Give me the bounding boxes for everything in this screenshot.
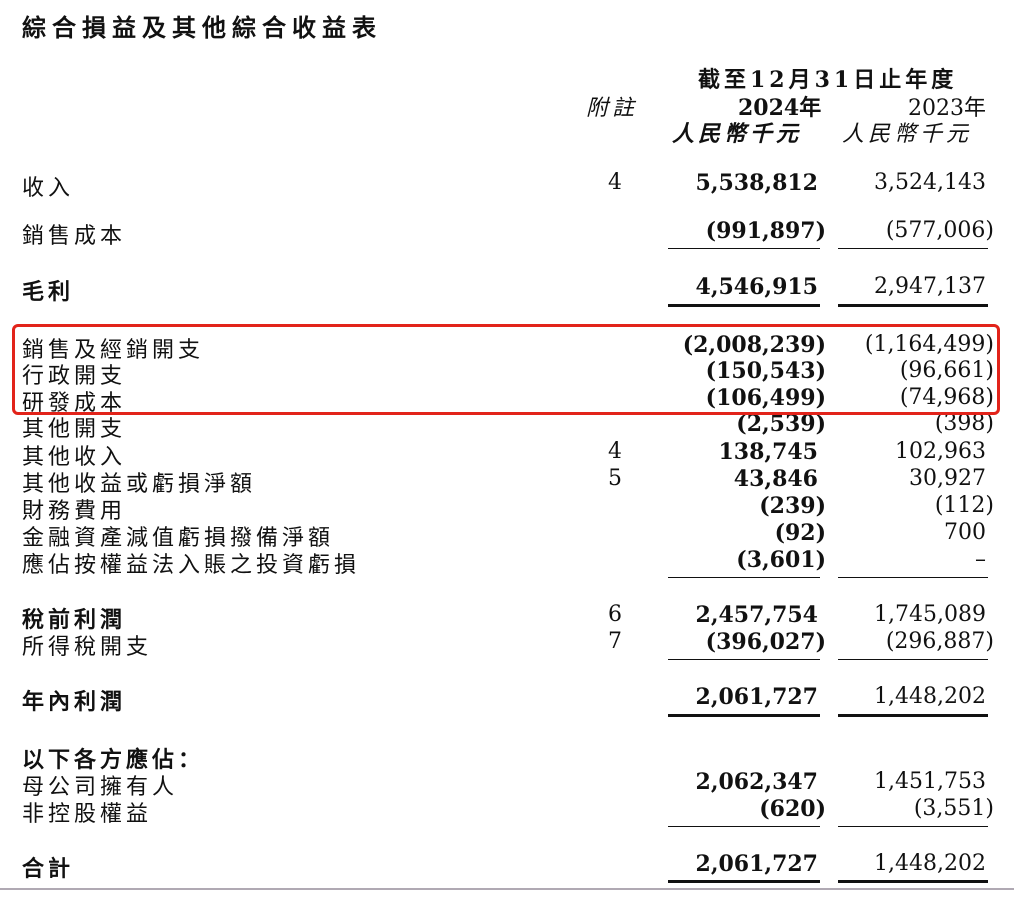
row-note: 6 [608,602,622,627]
currency-2023-header: 人民幣千元 [842,122,973,147]
row-impairment-provision: 金融資產減值虧損撥備淨額 (92) 700 [0,520,1014,551]
row-gross-profit: 毛利 4,546,915 2,947,137 [0,274,1014,305]
total-rule-2023 [838,304,988,307]
value-2023: 1,451,753 [874,769,986,794]
row-attributable-to: 以下各方應佔： [0,742,1014,773]
row-total: 合計 2,061,727 1,448,202 [0,851,1014,882]
total-rule-2024 [668,714,820,717]
currency-2024-header: 人民幣千元 [672,121,803,147]
subtotal-rule-2024 [668,826,820,827]
page-bottom-border [0,888,1014,890]
subtotal-rule-2023 [838,659,988,660]
row-profit-for-year: 年內利潤 2,061,727 1,448,202 [0,684,1014,715]
value-2023: 700 [944,520,986,545]
row-label: 所得稅開支 [22,635,153,660]
value-2023: 1,448,202 [874,684,986,709]
row-other-expenses: 其他開支 (2,539) (398) [0,411,1014,442]
row-label: 合計 [22,857,75,882]
row-finance-costs: 財務費用 (239) (112) [0,493,1014,524]
value-2024: (620) [759,796,826,822]
row-label: 非控股權益 [22,802,153,827]
row-profit-before-tax: 稅前利潤 6 2,457,754 1,745,089 [0,602,1014,633]
value-2023: 1,448,202 [874,851,986,876]
row-note: 4 [608,439,622,464]
row-revenue: 收入 4 5,538,812 3,524,143 [0,170,1014,201]
row-non-controlling-interests: 非控股權益 (620) (3,551) [0,796,1014,827]
value-2023: (112) [934,493,994,518]
value-2024: (3,601) [736,547,826,573]
subtotal-rule-2023 [838,248,988,249]
subtotal-rule-2023 [838,577,988,578]
subtotal-rule-2024 [668,577,820,578]
value-2024: (396,027) [705,629,826,655]
highlight-box [12,324,1000,415]
value-2024: 2,457,754 [695,602,818,628]
row-owners-of-parent: 母公司擁有人 2,062,347 1,451,753 [0,769,1014,800]
value-2024: 138,745 [718,439,818,465]
value-2024: 43,846 [733,466,818,492]
value-2024: 4,546,915 [695,274,818,300]
statement-title: 綜合損益及其他綜合收益表 [22,14,382,42]
subtotal-rule-2024 [668,659,820,660]
row-label: 應佔按權益法入賬之投資虧損 [22,553,361,578]
value-2023: 1,745,089 [874,602,986,627]
total-rule-2024 [668,304,820,307]
note-column-header: 附註 [586,96,639,121]
value-2023: 30,927 [909,466,986,491]
row-share-of-investment-losses: 應佔按權益法入賬之投資虧損 (3,601) – [0,547,1014,578]
value-2024: (239) [759,493,826,519]
row-note: 5 [608,466,622,491]
value-2023: 3,524,143 [874,170,986,195]
row-label: 毛利 [22,280,75,305]
value-2023: 2,947,137 [874,274,986,299]
value-2024: 5,538,812 [695,170,818,196]
row-label: 銷售成本 [22,224,127,249]
row-note: 4 [608,170,622,195]
row-note: 7 [608,629,622,654]
subtotal-rule-2023 [838,826,988,827]
value-2024: 2,061,727 [695,851,818,877]
row-label: 年內利潤 [22,690,127,715]
total-rule-2023 [838,714,988,717]
value-2024: 2,062,347 [695,769,818,795]
subtotal-rule-2024 [668,248,820,249]
value-2024: 2,061,727 [695,684,818,710]
value-2023: (577,006) [885,218,994,243]
value-2023: – [975,547,986,572]
value-2023: 102,963 [895,439,986,464]
row-other-income: 其他收入 4 138,745 102,963 [0,439,1014,470]
row-label: 收入 [22,176,75,201]
value-2023: (3,551) [913,796,994,821]
total-rule-2023 [838,880,988,883]
row-cost-of-sales: 銷售成本 (991,897) (577,006) [0,218,1014,249]
value-2024: (92) [774,520,826,546]
value-2024: (991,897) [705,218,826,244]
row-other-gains-losses: 其他收益或虧損淨額 5 43,846 30,927 [0,466,1014,497]
value-2023: (296,887) [885,629,994,654]
row-income-tax-expense: 所得稅開支 7 (396,027) (296,887) [0,629,1014,660]
total-rule-2024 [668,880,820,883]
